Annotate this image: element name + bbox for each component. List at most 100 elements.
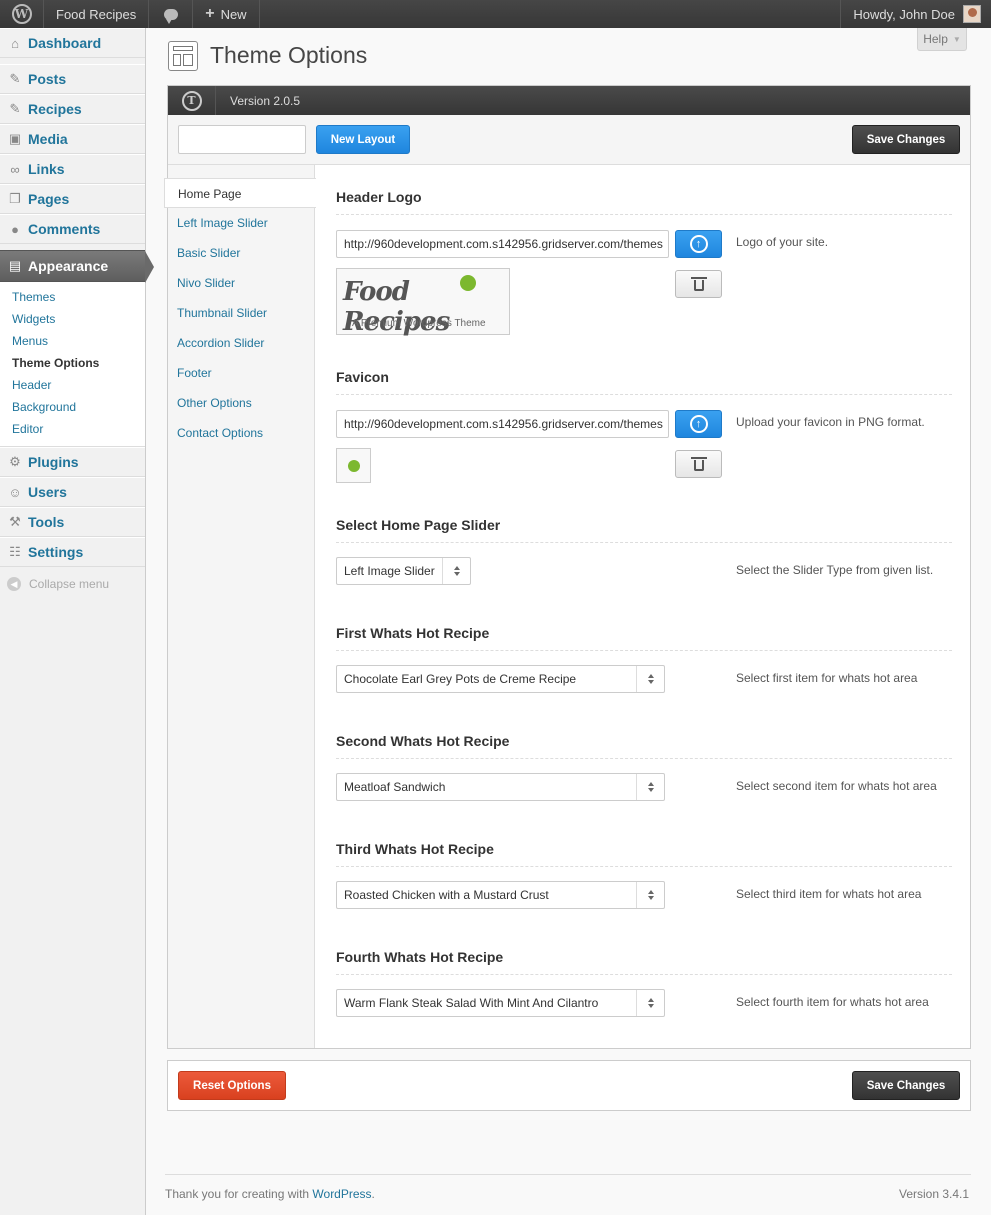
submenu-item-header[interactable]: Header [0, 374, 145, 396]
collapse-menu-button[interactable]: ◀ Collapse menu [0, 569, 145, 599]
sidebar-item-pages[interactable]: ❐ Pages [0, 184, 145, 214]
new-content-button[interactable]: + New [193, 0, 260, 28]
sidebar-item-label: Plugins [28, 454, 79, 470]
howdy-label: Howdy, John Doe [853, 6, 955, 22]
comments-icon[interactable] [149, 0, 194, 28]
appearance-icon: ▤ [8, 258, 22, 273]
panel-toolbar: New Layout Save Changes [168, 115, 970, 165]
pages-icon: ❐ [9, 191, 21, 206]
sidebar-item-media[interactable]: ▣ Media [0, 124, 145, 154]
save-changes-bottom-button[interactable]: Save Changes [852, 1071, 960, 1100]
pin-icon: ✎ [9, 71, 21, 86]
hot1-description: Select first item for whats hot area [736, 671, 918, 685]
favicon-upload-button[interactable]: ↑ [675, 410, 722, 438]
divider [336, 394, 952, 395]
plus-icon: + [205, 5, 215, 22]
hot3-select[interactable]: Roasted Chicken with a Mustard Crust [336, 881, 665, 909]
sidebar-item-label: Posts [28, 71, 67, 87]
tab-thumbnail-slider[interactable]: Thumbnail Slider [168, 298, 314, 328]
tab-contact-options[interactable]: Contact Options [168, 418, 314, 448]
save-changes-button[interactable]: Save Changes [852, 125, 960, 154]
tab-nivo-slider[interactable]: Nivo Slider [168, 268, 314, 298]
favicon-preview [336, 448, 371, 483]
hot2-select[interactable]: Meatloaf Sandwich [336, 773, 665, 801]
tab-home-page[interactable]: Home Page [164, 178, 316, 208]
header-logo-description: Logo of your site. [736, 235, 829, 249]
hot1-title: First Whats Hot Recipe [336, 625, 490, 641]
select-arrows-icon [636, 666, 664, 692]
plugin-icon: ⚙ [9, 454, 21, 469]
media-icon: ▣ [8, 131, 22, 146]
dashboard-icon: ⌂ [11, 35, 19, 51]
appearance-submenu: Themes Widgets Menus Theme Options Heade… [0, 282, 145, 447]
admin-sidebar: ⌂ Dashboard ✎ Posts ✎ Recipes ▣ Media ∞ Links… [0, 28, 154, 1215]
home-slider-description: Select the Slider Type from given list. [736, 563, 934, 577]
sidebar-item-recipes[interactable]: ✎ Recipes [0, 94, 145, 124]
hot4-description: Select fourth item for whats hot area [736, 995, 929, 1009]
tab-other-options[interactable]: Other Options [168, 388, 314, 418]
help-button[interactable]: Help ▼ [917, 28, 967, 51]
reset-options-button[interactable]: Reset Options [178, 1071, 286, 1100]
wordpress-logo-icon[interactable]: W [0, 0, 44, 28]
footer-thanks-text: Thank you for creating with [165, 1187, 313, 1201]
hot2-title: Second Whats Hot Recipe [336, 733, 510, 749]
sidebar-item-appearance[interactable]: ▤ Appearance [0, 250, 154, 283]
comment-icon: ● [11, 221, 19, 237]
wordpress-link[interactable]: WordPress [312, 1187, 371, 1201]
select-arrows-icon [442, 558, 470, 584]
submenu-item-widgets[interactable]: Widgets [0, 308, 145, 330]
sidebar-item-tools[interactable]: ⚒ Tools [0, 507, 145, 537]
sidebar-item-settings[interactable]: ☷ Settings [0, 537, 145, 567]
hot1-select[interactable]: Chocolate Earl Grey Pots de Creme Recipe [336, 665, 665, 693]
hot3-title: Third Whats Hot Recipe [336, 841, 494, 857]
header-logo-url-input[interactable]: http://960development.com.s142956.gridse… [336, 230, 669, 258]
tab-left-image-slider[interactable]: Left Image Slider [168, 208, 314, 238]
tab-footer[interactable]: Footer [168, 358, 314, 388]
divider [336, 214, 952, 215]
hot2-value: Meatloaf Sandwich [344, 780, 446, 794]
sidebar-item-posts[interactable]: ✎ Posts [0, 64, 145, 94]
sidebar-item-label: Comments [28, 221, 101, 237]
select-arrows-icon [636, 774, 664, 800]
plate-icon [460, 275, 476, 291]
layout-name-input[interactable] [178, 125, 306, 154]
options-bottom-bar: Reset Options Save Changes [167, 1060, 971, 1111]
favicon-title: Favicon [336, 369, 389, 385]
submenu-item-editor[interactable]: Editor [0, 418, 145, 440]
sidebar-item-dashboard[interactable]: ⌂ Dashboard [0, 28, 145, 58]
submenu-item-theme-options[interactable]: Theme Options [0, 352, 145, 374]
sidebar-item-users[interactable]: ☺ Users [0, 477, 145, 507]
version-label: Version 2.0.5 [230, 93, 301, 108]
sidebar-item-plugins[interactable]: ⚙ Plugins [0, 447, 145, 477]
sidebar-item-comments[interactable]: ● Comments [0, 214, 145, 244]
new-layout-button[interactable]: New Layout [316, 125, 410, 154]
sidebar-item-label: Appearance [28, 258, 109, 274]
select-arrows-icon [636, 990, 664, 1016]
hot4-select[interactable]: Warm Flank Steak Salad With Mint And Cil… [336, 989, 665, 1017]
plate-icon [348, 460, 360, 472]
pin-icon: ✎ [9, 101, 21, 116]
submenu-item-themes[interactable]: Themes [0, 286, 145, 308]
favicon-remove-button[interactable] [675, 450, 722, 478]
divider [336, 758, 952, 759]
chevron-down-icon: ▼ [952, 34, 961, 44]
upload-icon: ↑ [689, 235, 708, 253]
site-name-link[interactable]: Food Recipes [44, 0, 150, 28]
avatar [963, 5, 981, 23]
tab-accordion-slider[interactable]: Accordion Slider [168, 328, 314, 358]
tab-basic-slider[interactable]: Basic Slider [168, 238, 314, 268]
footer-thanks: Thank you for creating with WordPress. [165, 1187, 375, 1201]
favicon-url-input[interactable]: http://960development.com.s142956.gridse… [336, 410, 669, 438]
hot3-value: Roasted Chicken with a Mustard Crust [344, 888, 549, 902]
link-icon: ∞ [10, 161, 20, 177]
account-menu[interactable]: Howdy, John Doe [840, 0, 991, 28]
hot2-description: Select second item for whats hot area [736, 779, 937, 793]
sidebar-item-label: Media [28, 131, 68, 147]
sidebar-item-links[interactable]: ∞ Links [0, 154, 145, 184]
header-logo-upload-button[interactable]: ↑ [675, 230, 722, 258]
header-logo-remove-button[interactable] [675, 270, 722, 298]
home-slider-select[interactable]: Left Image Slider [336, 557, 471, 585]
submenu-item-background[interactable]: Background [0, 396, 145, 418]
sidebar-item-label: Pages [28, 191, 70, 207]
submenu-item-menus[interactable]: Menus [0, 330, 145, 352]
